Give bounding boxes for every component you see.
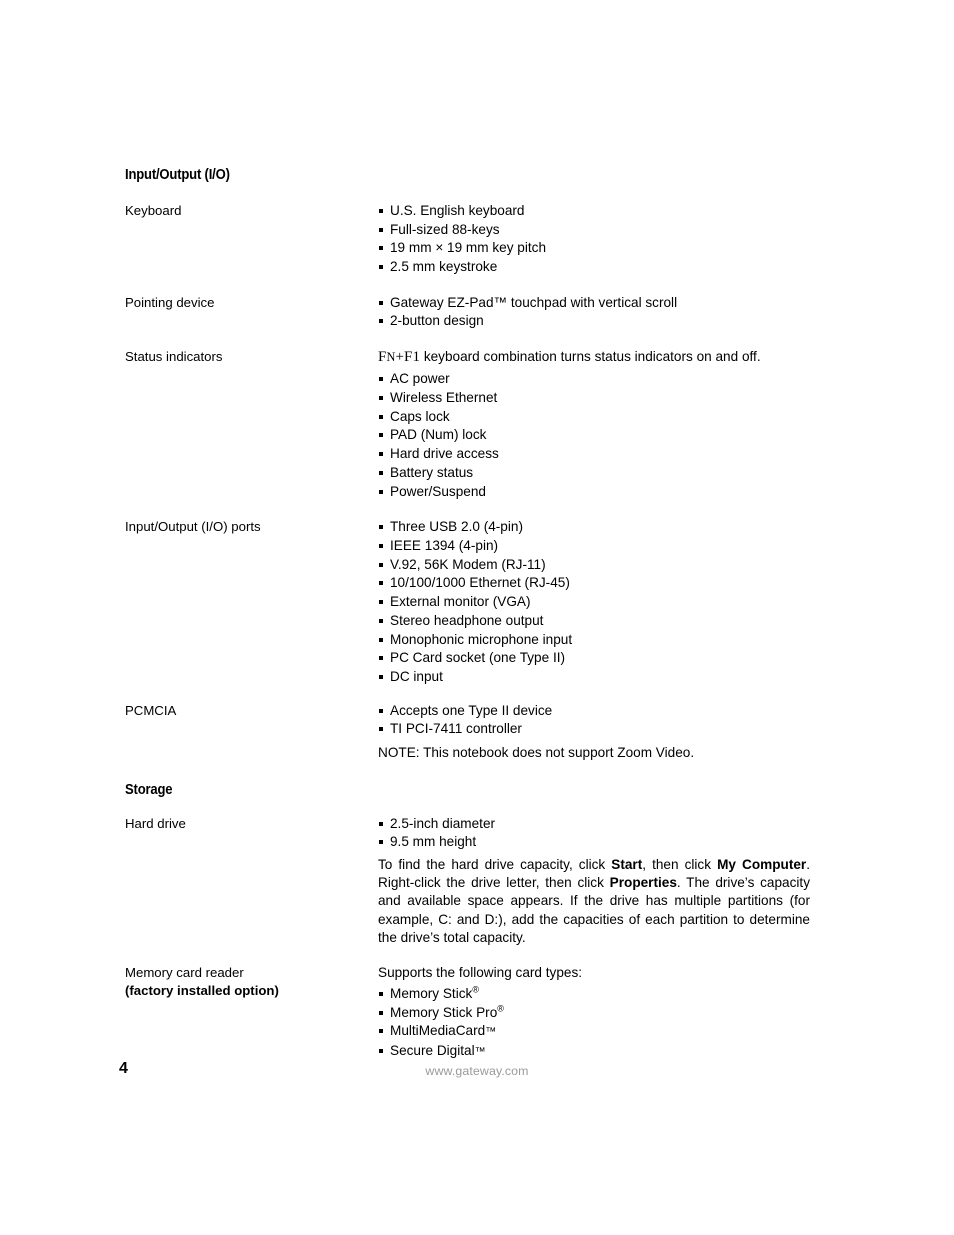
spec-body-keyboard: U.S. English keyboard Full-sized 88-keys… [378,202,825,277]
spec-row-keyboard: Keyboard U.S. English keyboard Full-size… [125,202,825,277]
spec-body-status-indicators: FN+F1 keyboard combination turns status … [378,348,825,501]
spec-label-status-indicators: Status indicators [125,349,223,365]
section-heading-storage: Storage [125,781,825,799]
list-item: Full-sized 88-keys [378,221,825,239]
list-item: Hard drive access [378,445,825,463]
card-name: Memory Stick Pro [390,1004,498,1020]
list-item: 2.5-inch diameter [378,815,825,833]
bullet-list-io-ports: Three USB 2.0 (4-pin) IEEE 1394 (4-pin) … [378,518,825,686]
list-item: Secure Digital™ [378,1042,825,1061]
list-item: 2.5 mm keystroke [378,258,825,276]
memory-card-reader-label-line2: (factory installed option) [125,983,279,999]
spec-body-pointing-device: Gateway EZ-Pad™ touchpad with vertical s… [378,294,825,331]
bullet-list-hard-drive: 2.5-inch diameter 9.5 mm height [378,815,825,852]
list-item: PC Card socket (one Type II) [378,649,825,667]
bullet-list-pcmcia: Accepts one Type II device TI PCI-7411 c… [378,702,825,739]
list-item: Memory Stick® [378,985,825,1003]
bullet-list-keyboard: U.S. English keyboard Full-sized 88-keys… [378,202,825,276]
spec-label-io-ports: Input/Output (I/O) ports [125,519,261,535]
card-name: MultiMediaCard [390,1023,486,1039]
spec-label-hard-drive: Hard drive [125,815,186,831]
list-item: Monophonic microphone input [378,631,825,649]
trademark-icon: ™ [474,1045,486,1058]
list-item: Stereo headphone output [378,612,825,630]
list-item: 9.5 mm height [378,833,825,851]
spec-label-keyboard: Keyboard [125,202,182,218]
list-item: MultiMediaCard™ [378,1022,825,1041]
list-item: External monitor (VGA) [378,593,825,611]
registered-trademark-icon: ® [472,984,479,995]
list-item: TI PCI-7411 controller [378,720,825,738]
section-heading-io: Input/Output (I/O) [125,167,825,184]
status-indicators-intro: FN+F1 keyboard combination turns status … [378,348,825,366]
spec-label-memory-card-reader: Memory card reader (factory installed op… [125,964,378,1001]
card-name: Memory Stick [390,985,473,1001]
spec-body-memory-card-reader: Supports the following card types: Memor… [378,964,825,1062]
bullet-list-status-indicators: AC power Wireless Ethernet Caps lock PAD… [378,370,825,500]
spec-row-io-ports: Input/Output (I/O) ports Three USB 2.0 (… [125,518,825,686]
fn-key-f1: +F1 [395,349,421,366]
spec-row-pointing-device: Pointing device Gateway EZ-Pad™ touchpad… [125,294,825,331]
spec-body-io-ports: Three USB 2.0 (4-pin) IEEE 1394 (4-pin) … [378,518,825,686]
memory-card-reader-intro: Supports the following card types: [378,964,583,980]
spec-row-pcmcia: PCMCIA Accepts one Type II device TI PCI… [125,702,825,763]
footer-url: www.gateway.com [425,1064,529,1078]
spec-body-hard-drive: 2.5-inch diameter 9.5 mm height To find … [378,815,825,948]
trademark-icon: ™ [485,1026,497,1039]
section-heading-io-label: Input/Output (I/O) [125,167,230,183]
hard-drive-capacity-paragraph: To find the hard drive capacity, click S… [378,856,810,948]
list-item: IEEE 1394 (4-pin) [378,537,825,555]
fn-key-combo: FN+F1 [378,349,420,365]
list-item: Memory Stick Pro® [378,1002,825,1022]
document-page: Input/Output (I/O) Keyboard U.S. English… [0,0,954,1235]
bullet-list-card-types: Memory Stick® Memory Stick Pro® MultiMed… [378,985,825,1061]
list-item: PAD (Num) lock [378,426,825,444]
spec-label-pointing-device: Pointing device [125,294,215,310]
list-item: 2-button design [378,312,825,330]
list-item: Three USB 2.0 (4-pin) [378,518,825,536]
section-heading-storage-label: Storage [125,781,173,798]
card-name: Secure Digital [390,1042,475,1058]
status-indicators-intro-text: keyboard combination turns status indica… [420,349,761,365]
paragraph-bold-start: Start [611,856,643,872]
list-item: Accepts one Type II device [378,702,825,720]
list-item: Wireless Ethernet [378,389,825,407]
list-item: Gateway EZ-Pad™ touchpad with vertical s… [378,294,825,312]
list-item: 10/100/1000 Ethernet (RJ-45) [378,574,825,592]
list-item: DC input [378,668,825,686]
memory-card-reader-label-line1: Memory card reader [125,964,244,980]
list-item: Power/Suspend [378,483,825,501]
paragraph-part-1: To find the hard drive capacity, click [378,856,612,872]
spec-row-status-indicators: Status indicators FN+F1 keyboard combina… [125,348,825,501]
list-item: 19 mm × 19 mm key pitch [378,239,825,257]
page-content: Input/Output (I/O) Keyboard U.S. English… [125,167,825,1079]
page-footer: 4 www.gateway.com [0,1060,954,1088]
paragraph-bold-my-computer: My Computer [717,856,807,872]
bullet-list-pointing-device: Gateway EZ-Pad™ touchpad with vertical s… [378,294,825,331]
spec-body-pcmcia: Accepts one Type II device TI PCI-7411 c… [378,702,825,763]
list-item: U.S. English keyboard [378,202,825,220]
registered-trademark-icon: ® [497,1002,504,1013]
paragraph-bold-properties: Properties [609,874,677,890]
list-item: AC power [378,370,825,388]
pcmcia-note: NOTE: This notebook does not support Zoo… [378,744,695,760]
spec-label-pcmcia: PCMCIA [125,702,177,718]
list-item: Caps lock [378,408,825,426]
list-item: V.92, 56K Modem (RJ-11) [378,556,825,574]
spec-row-memory-card-reader: Memory card reader (factory installed op… [125,964,825,1062]
paragraph-part-2: , then click [642,856,718,872]
list-item: Battery status [378,464,825,482]
spec-row-hard-drive: Hard drive 2.5-inch diameter 9.5 mm heig… [125,815,825,948]
